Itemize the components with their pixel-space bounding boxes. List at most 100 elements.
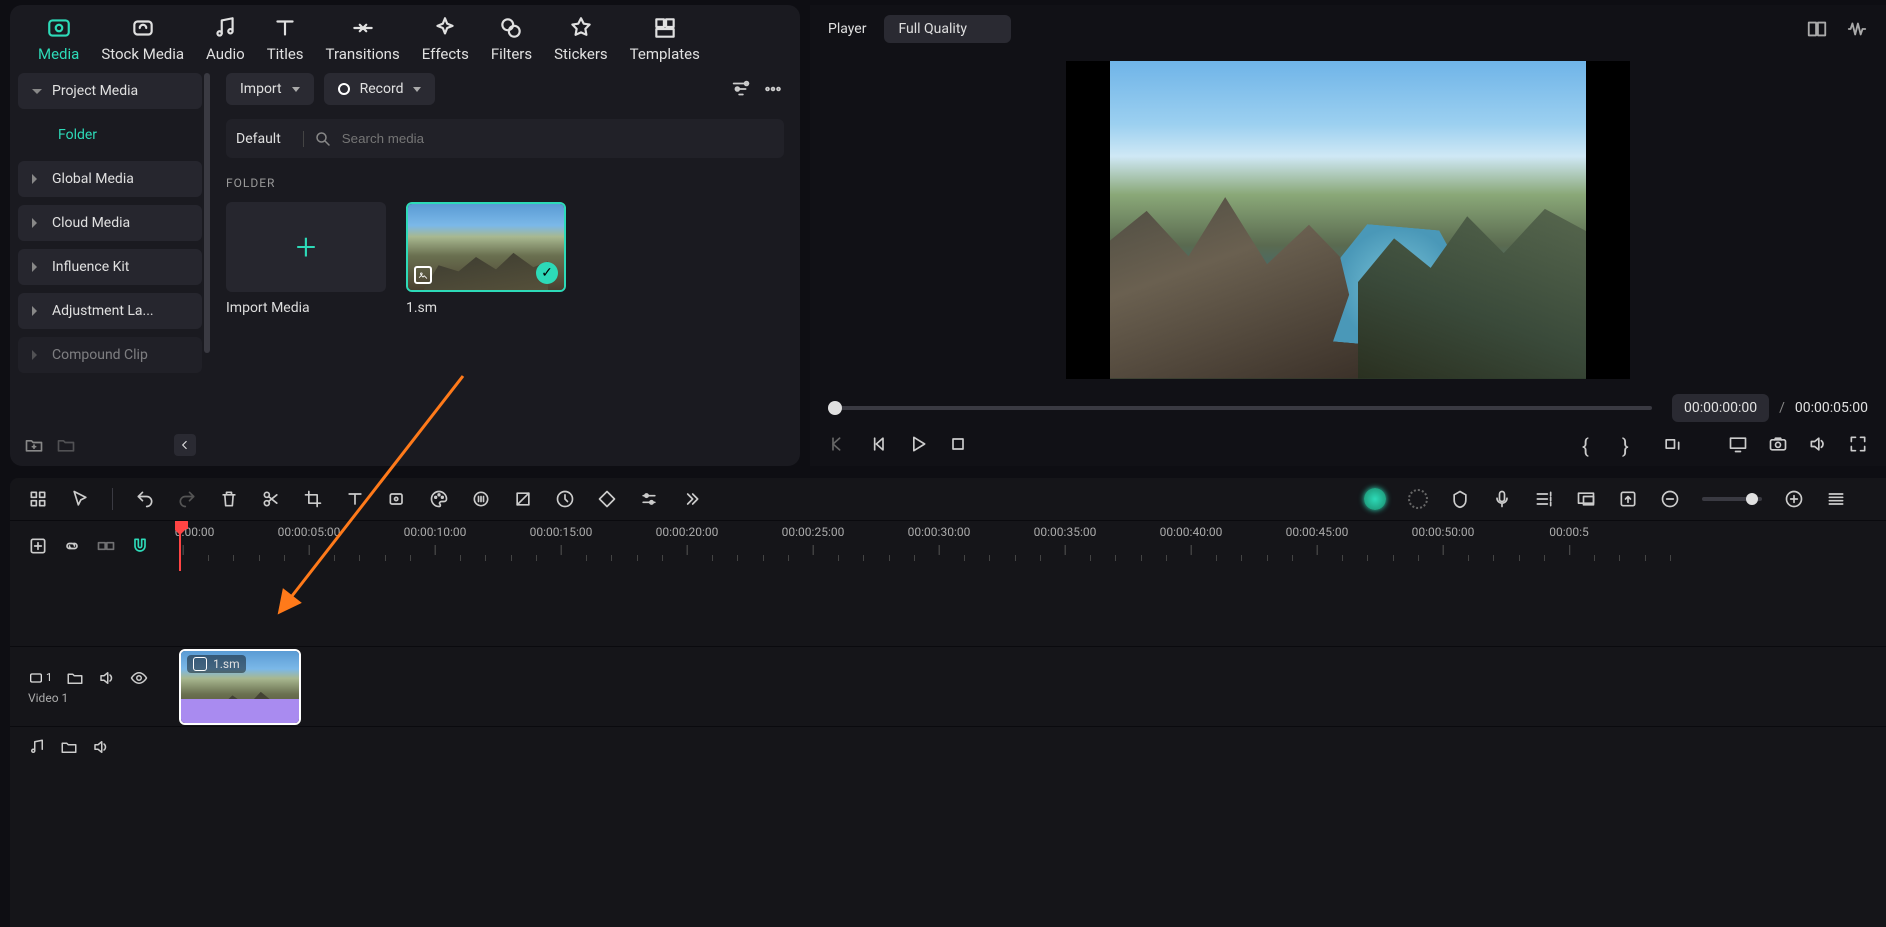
- sidebar-item-influence-kit[interactable]: Influence Kit: [18, 249, 202, 285]
- stop-icon[interactable]: [948, 434, 968, 454]
- sidebar-scrollbar[interactable]: [204, 73, 210, 353]
- track-body[interactable]: [175, 727, 1886, 766]
- tab-transitions[interactable]: Transitions: [326, 15, 400, 63]
- mask-icon[interactable]: [513, 489, 533, 509]
- lock-icon[interactable]: [60, 738, 78, 756]
- timeline-ruler[interactable]: 00:00:00:0000:00:05:0000:00:10:0000:00:1…: [175, 521, 1886, 571]
- mute-icon[interactable]: [98, 669, 116, 687]
- more-icon[interactable]: [762, 78, 784, 100]
- cursor-icon[interactable]: [70, 489, 90, 509]
- ruler-tick: 00:00:40:00: [1160, 525, 1223, 539]
- import-label: Import: [240, 81, 282, 97]
- playhead[interactable]: [179, 521, 181, 571]
- monitor-icon[interactable]: [1728, 434, 1748, 454]
- collapse-sidebar-button[interactable]: [174, 434, 196, 456]
- adjust-icon[interactable]: [639, 489, 659, 509]
- delete-icon[interactable]: [219, 489, 239, 509]
- record-tool-icon[interactable]: [387, 489, 407, 509]
- tab-effects[interactable]: Effects: [422, 15, 469, 63]
- step-back-icon[interactable]: [868, 434, 888, 454]
- snapshot-icon[interactable]: [1768, 434, 1788, 454]
- mute-icon[interactable]: [92, 738, 110, 756]
- video-track-1: 1 Video 1 1.sm: [10, 646, 1886, 726]
- tab-media[interactable]: Media: [38, 15, 79, 63]
- tab-templates[interactable]: Templates: [630, 15, 700, 63]
- ratio-icon[interactable]: [1662, 434, 1682, 454]
- audio-mix-icon[interactable]: [1534, 489, 1554, 509]
- quality-dropdown[interactable]: Full Quality: [884, 15, 1011, 43]
- mark-out-icon[interactable]: }: [1622, 434, 1642, 454]
- palette-icon[interactable]: [429, 489, 449, 509]
- voiceover-icon[interactable]: [1492, 489, 1512, 509]
- track-height-icon[interactable]: [1826, 489, 1846, 509]
- zoom-slider[interactable]: [1702, 497, 1762, 501]
- fullscreen-icon[interactable]: [1848, 434, 1868, 454]
- apps-icon[interactable]: [28, 489, 48, 509]
- mark-in-icon[interactable]: {: [1582, 434, 1602, 454]
- layout-split-icon[interactable]: [1806, 18, 1828, 40]
- render-icon[interactable]: [1408, 489, 1428, 509]
- new-folder-icon[interactable]: [24, 435, 44, 455]
- link-icon[interactable]: [62, 536, 82, 556]
- import-button[interactable]: Import: [226, 73, 314, 105]
- tab-titles[interactable]: Titles: [267, 15, 304, 63]
- redo-icon[interactable]: [177, 489, 197, 509]
- prev-frame-icon[interactable]: [828, 434, 848, 454]
- speed-icon[interactable]: [555, 489, 575, 509]
- text-tool-icon[interactable]: [345, 489, 365, 509]
- filter-icon[interactable]: [730, 78, 752, 100]
- sidebar-item-folder[interactable]: Folder: [18, 117, 202, 153]
- sidebar-item-cloud-media[interactable]: Cloud Media: [18, 205, 202, 241]
- sidebar-item-project-media[interactable]: Project Media: [18, 73, 202, 109]
- marker-icon[interactable]: [1450, 489, 1470, 509]
- crop-icon[interactable]: [303, 489, 323, 509]
- import-media-item[interactable]: + Import Media: [226, 202, 386, 316]
- playhead-handle[interactable]: [175, 521, 188, 529]
- tab-filters[interactable]: Filters: [491, 15, 532, 63]
- keyframe-icon[interactable]: [597, 489, 617, 509]
- ruler-tick: 00:00:20:00: [656, 525, 719, 539]
- record-button[interactable]: Record: [324, 73, 436, 105]
- export-icon[interactable]: [1618, 489, 1638, 509]
- tab-audio[interactable]: Audio: [206, 15, 245, 63]
- ai-assistant-icon[interactable]: [1364, 488, 1386, 510]
- ai-icon[interactable]: [471, 489, 491, 509]
- sort-dropdown[interactable]: Default: [236, 131, 304, 147]
- chevron-down-icon[interactable]: [1688, 434, 1708, 454]
- display-icon[interactable]: [1576, 489, 1596, 509]
- more-tools-icon[interactable]: [681, 489, 701, 509]
- sidebar-item-global-media[interactable]: Global Media: [18, 161, 202, 197]
- visibility-icon[interactable]: [130, 669, 148, 687]
- import-media-box[interactable]: +: [226, 202, 386, 292]
- timeline-clip[interactable]: 1.sm: [179, 649, 301, 725]
- sidebar-item-compound-clip[interactable]: Compound Clip: [18, 337, 202, 373]
- caret-right-icon: [32, 350, 42, 360]
- scrubber-handle[interactable]: [828, 401, 842, 415]
- caret-right-icon: [32, 262, 42, 272]
- tab-audio-label: Audio: [206, 45, 245, 63]
- zoom-out-icon[interactable]: [1660, 489, 1680, 509]
- volume-icon[interactable]: [1808, 434, 1828, 454]
- track-body[interactable]: 1.sm: [175, 647, 1886, 726]
- search-input[interactable]: [332, 125, 774, 152]
- track-spacer: [10, 571, 1886, 646]
- add-track-icon[interactable]: [28, 536, 48, 556]
- tab-stock-media[interactable]: Stock Media: [101, 15, 184, 63]
- scrubber-track[interactable]: [828, 406, 1652, 410]
- media-thumbnail[interactable]: ✓: [406, 202, 566, 292]
- media-item[interactable]: ✓ 1.sm: [406, 202, 566, 316]
- folder-icon[interactable]: [56, 435, 76, 455]
- undo-icon[interactable]: [135, 489, 155, 509]
- tab-stickers[interactable]: Stickers: [554, 15, 608, 63]
- play-icon[interactable]: [908, 434, 928, 454]
- zoom-in-icon[interactable]: [1784, 489, 1804, 509]
- waveform-icon[interactable]: [1846, 18, 1868, 40]
- chevron-down-icon: [413, 87, 421, 92]
- audio-track-icon[interactable]: [28, 738, 46, 756]
- split-icon[interactable]: [261, 489, 281, 509]
- magnet-icon[interactable]: [130, 536, 150, 556]
- ripple-icon[interactable]: [96, 536, 116, 556]
- sidebar-item-adjustment-layer[interactable]: Adjustment La...: [18, 293, 202, 329]
- video-box[interactable]: [1066, 61, 1630, 379]
- lock-icon[interactable]: [66, 669, 84, 687]
